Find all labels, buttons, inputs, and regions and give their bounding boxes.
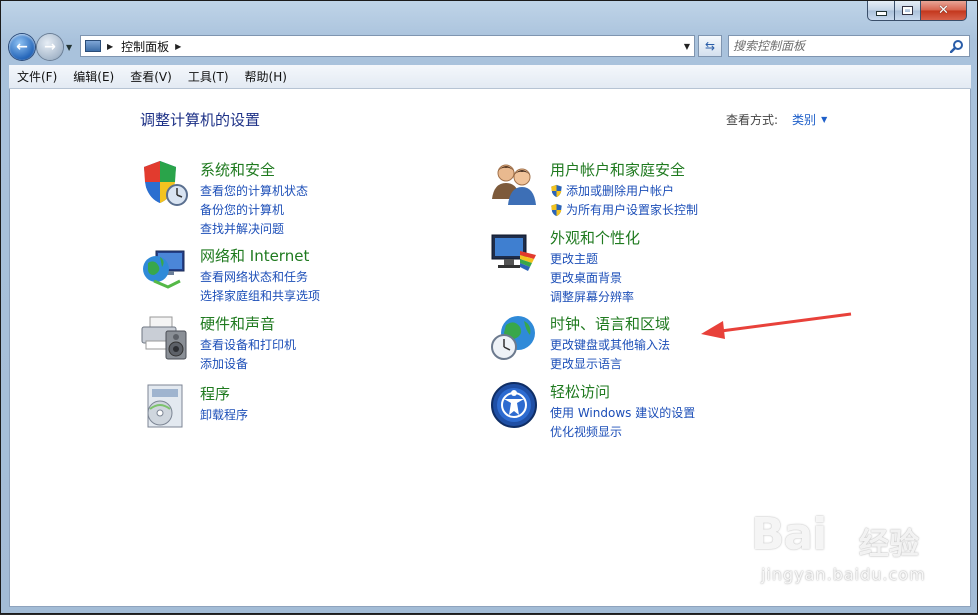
category-link-label: 为所有用户设置家长控制 [566,203,699,217]
category-title[interactable]: 时钟、语言和区域 [550,313,670,334]
category-title[interactable]: 硬件和声音 [200,313,275,334]
category-links: 卸载程序 [200,405,248,424]
category-link[interactable]: 备份您的计算机 [200,200,308,219]
category-link[interactable]: 添加设备 [200,354,296,373]
view-by: 查看方式: 类别 ▼ [726,111,827,128]
category-links: 更改主题 更改桌面背景 调整屏幕分辨率 [550,249,634,306]
category-link[interactable]: 卸载程序 [200,405,248,424]
category-link[interactable]: 使用 Windows 建议的设置 [550,403,695,422]
menu-view[interactable]: 查看(V) [122,68,180,85]
category-links: 更改键盘或其他输入法 更改显示语言 [550,335,670,373]
view-by-label: 查看方式: [726,113,779,127]
globe-clock-icon[interactable] [490,313,538,361]
shield-clock-icon[interactable] [140,159,188,207]
arrow-right-icon: → [44,39,56,55]
breadcrumb-chevron-icon[interactable]: ▶ [107,42,113,51]
category-links: 查看设备和打印机 添加设备 [200,335,296,373]
category-link[interactable]: 更改桌面背景 [550,268,634,287]
category-link[interactable]: 选择家庭组和共享选项 [200,286,320,305]
search-input[interactable] [733,39,949,53]
close-button[interactable]: ✕ [921,1,967,21]
category-link[interactable]: 添加或删除用户帐户 [550,181,698,200]
chevron-down-icon[interactable]: ▼ [821,115,827,124]
refresh-button[interactable]: ⇆ [698,35,722,57]
watermark-brand-zh: 经验 [859,527,919,562]
minimize-button[interactable] [867,1,895,21]
address-dropdown-icon[interactable]: ▼ [684,42,690,51]
category-links: 使用 Windows 建议的设置 优化视频显示 [550,403,695,441]
category-link[interactable]: 调整屏幕分辨率 [550,287,634,306]
menu-tools[interactable]: 工具(T) [180,68,237,85]
category-title[interactable]: 轻松访问 [550,381,610,402]
users-icon[interactable] [490,159,538,207]
control-panel-window: ✕ ← → ▼ ▶ 控制面板 ▶ ▼ ⇆ 文件(F) 编辑(E) 查 [0,0,978,614]
category-links: 查看网络状态和任务 选择家庭组和共享选项 [200,267,320,305]
category-title[interactable]: 系统和安全 [200,159,275,180]
minimize-icon [875,11,887,16]
category-link[interactable]: 更改主题 [550,249,634,268]
refresh-icon: ⇆ [704,39,716,53]
uac-shield-icon [551,184,562,197]
search-box[interactable] [728,35,970,57]
category-link[interactable]: 查看设备和打印机 [200,335,296,354]
baidu-watermark: Bai 经验 jingyan.baidu.com [751,509,961,595]
category-link[interactable]: 更改显示语言 [550,354,670,373]
category-title[interactable]: 用户帐户和家庭安全 [550,159,685,180]
breadcrumb-chevron-icon[interactable]: ▶ [175,42,181,51]
printer-speaker-icon[interactable] [140,313,188,361]
category-link-label: 添加或删除用户帐户 [566,184,675,198]
monitor-palette-icon[interactable] [490,227,538,275]
view-by-dropdown[interactable]: 类别 [792,111,816,128]
category-link[interactable]: 查看网络状态和任务 [200,267,320,286]
category-links: 查看您的计算机状态 备份您的计算机 查找并解决问题 [200,181,308,238]
programs-disc-icon[interactable] [140,383,188,431]
maximize-icon [902,6,913,15]
watermark-brand: Bai [751,509,827,560]
recent-pages-dropdown[interactable]: ▼ [66,43,72,52]
globe-network-icon[interactable] [140,245,188,293]
caption-buttons: ✕ [867,1,967,21]
menu-edit[interactable]: 编辑(E) [65,68,122,85]
menu-bar: 文件(F) 编辑(E) 查看(V) 工具(T) 帮助(H) [9,65,971,89]
category-link[interactable]: 更改键盘或其他输入法 [550,335,670,354]
watermark-url: jingyan.baidu.com [761,565,926,584]
forward-button[interactable]: → [37,34,63,60]
accessibility-icon[interactable] [490,381,538,429]
category-link[interactable]: 查看您的计算机状态 [200,181,308,200]
close-icon: ✕ [938,3,949,18]
category-title[interactable]: 外观和个性化 [550,227,640,248]
back-button[interactable]: ← [9,34,35,60]
menu-help[interactable]: 帮助(H) [237,68,295,85]
control-panel-icon [85,40,101,52]
category-title[interactable]: 网络和 Internet [200,245,309,266]
category-title[interactable]: 程序 [200,383,230,404]
address-bar[interactable]: ▶ 控制面板 ▶ ▼ [80,35,695,57]
navigation-buttons: ← → ▼ [9,32,72,62]
search-icon[interactable] [949,38,965,54]
maximize-button[interactable] [895,1,921,21]
menu-file[interactable]: 文件(F) [9,68,65,85]
page-title: 调整计算机的设置 [140,111,261,129]
category-links: 添加或删除用户帐户 为所有用户设置家长控制 [550,181,698,219]
uac-shield-icon [551,203,562,216]
category-link[interactable]: 优化视频显示 [550,422,695,441]
category-link[interactable]: 为所有用户设置家长控制 [550,200,698,219]
category-link[interactable]: 查找并解决问题 [200,219,308,238]
arrow-left-icon: ← [16,39,28,55]
breadcrumb-control-panel[interactable]: 控制面板 [121,38,169,55]
